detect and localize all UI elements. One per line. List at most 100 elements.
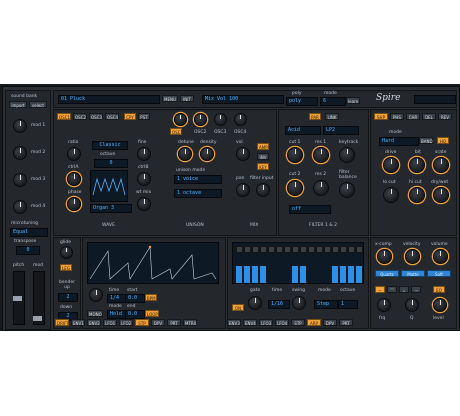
- tab-dpv[interactable]: DPV: [151, 319, 165, 326]
- tab-drift[interactable]: DRIFT: [55, 319, 69, 326]
- key-button[interactable]: KEY: [257, 163, 269, 170]
- tab-osc4[interactable]: OSC4: [105, 113, 119, 120]
- arp-step-cell[interactable]: [340, 246, 347, 253]
- patch-name-display[interactable]: 01 Pluck: [58, 95, 160, 104]
- arp-on-button[interactable]: ON: [232, 304, 244, 311]
- tab-fx-phs[interactable]: PHS: [390, 113, 404, 120]
- arp-step-cell[interactable]: [276, 246, 283, 253]
- density-knob[interactable]: [200, 147, 214, 161]
- poly-display[interactable]: poly: [286, 97, 318, 106]
- lo-cut-knob[interactable]: [383, 187, 399, 203]
- tab-fx-shp[interactable]: SHP: [374, 113, 388, 120]
- tab-env3[interactable]: ENV3: [227, 319, 241, 326]
- bank-display[interactable]: Mix Vol 100: [202, 95, 284, 104]
- volume-knob[interactable]: [433, 249, 448, 264]
- tab-fx-del[interactable]: DEL: [422, 113, 436, 120]
- arp-step-bar[interactable]: [340, 266, 346, 283]
- menu-button[interactable]: MENU: [162, 95, 178, 102]
- arp-step-cell[interactable]: [356, 246, 363, 253]
- tab-env1[interactable]: ENV1: [71, 319, 85, 326]
- mod3-knob[interactable]: [13, 173, 27, 187]
- drive-knob[interactable]: [383, 157, 399, 173]
- arp-step-cell[interactable]: [236, 246, 243, 253]
- tab-dpv[interactable]: DPV: [323, 319, 337, 326]
- ctrl-a-knob[interactable]: [67, 172, 81, 186]
- osc-copy-button[interactable]: CPY: [124, 113, 136, 120]
- filter2-type-display[interactable]: LP2: [323, 126, 359, 135]
- arp-step-bar[interactable]: [236, 266, 242, 283]
- wt-mix-knob[interactable]: [137, 197, 151, 211]
- arp-step-cell[interactable]: [348, 246, 355, 253]
- osc4-vol-knob[interactable]: [234, 113, 247, 126]
- arp-step-cell[interactable]: [292, 246, 299, 253]
- eq-level-knob[interactable]: [433, 298, 447, 312]
- band-button[interactable]: BAND: [419, 137, 433, 144]
- eq-quartz-button[interactable]: Quartz: [375, 270, 399, 277]
- env-start-display[interactable]: 0.0: [125, 294, 145, 303]
- import-button[interactable]: import: [9, 101, 27, 108]
- amp-button[interactable]: AMP: [257, 143, 269, 150]
- tab-osc3[interactable]: OSC3: [89, 113, 103, 120]
- srate-knob[interactable]: [433, 157, 449, 173]
- arp-step-cell[interactable]: [332, 246, 339, 253]
- env-end-display[interactable]: 0.0: [125, 310, 145, 319]
- osc-select-display[interactable]: Organ 3: [90, 204, 132, 213]
- tab-fx-chr[interactable]: CHR: [406, 113, 420, 120]
- eq-high-shelf-button[interactable]: ¬: [411, 286, 421, 293]
- osc3-vol-knob[interactable]: [214, 113, 227, 126]
- osc1-vol-knob[interactable]: [174, 113, 187, 126]
- tab-lfo1[interactable]: LFO1: [103, 319, 117, 326]
- eq-peak-button[interactable]: ⌒: [387, 286, 397, 293]
- cut2-knob[interactable]: [287, 180, 303, 196]
- env-knob[interactable]: [89, 288, 103, 302]
- legato-button[interactable]: LEG: [60, 264, 72, 271]
- octave-display[interactable]: 0: [94, 159, 128, 168]
- x-comp-knob[interactable]: [377, 249, 392, 264]
- unison-mode-display[interactable]: 1 voice: [174, 175, 222, 184]
- arp-step-bar[interactable]: [356, 266, 362, 283]
- hq-button[interactable]: HQ: [437, 137, 449, 144]
- osc-vol-knob[interactable]: [236, 147, 250, 161]
- env-mode-display[interactable]: Hold: [107, 310, 127, 319]
- ratio-knob[interactable]: [67, 147, 81, 161]
- learn-button[interactable]: learn: [346, 97, 360, 104]
- osc2-vol-knob[interactable]: [194, 113, 207, 126]
- arp-step-cell[interactable]: [268, 246, 275, 253]
- mod1-knob[interactable]: [13, 119, 27, 133]
- fx-mode-display[interactable]: Hard: [379, 137, 419, 146]
- detune-knob[interactable]: [178, 147, 192, 161]
- arp-step-bar[interactable]: [252, 266, 258, 283]
- arp-step-cell[interactable]: [252, 246, 259, 253]
- arp-step-bar[interactable]: [300, 266, 306, 283]
- velocity-knob[interactable]: [405, 249, 420, 264]
- bit-knob[interactable]: [409, 157, 425, 173]
- filter-routing-display[interactable]: off: [289, 205, 331, 214]
- filter-balance-knob[interactable]: [339, 182, 355, 198]
- tab-prt[interactable]: PRT: [167, 319, 181, 326]
- arp-step-bar[interactable]: [292, 266, 298, 283]
- arp-step-cell[interactable]: [324, 246, 331, 253]
- arp-step-cell[interactable]: [260, 246, 267, 253]
- tab-stp[interactable]: STP: [291, 319, 305, 326]
- tab-lfo4[interactable]: LFO4: [275, 319, 289, 326]
- arp-step-display[interactable]: [232, 242, 364, 284]
- osc-paste-button[interactable]: PST: [138, 113, 150, 120]
- tab-lfo2[interactable]: LFO2: [119, 319, 133, 326]
- res2-knob[interactable]: [313, 180, 329, 196]
- res1-knob[interactable]: [313, 147, 329, 163]
- arp-step-bar[interactable]: [332, 266, 338, 283]
- arp-gate-knob[interactable]: [248, 296, 262, 310]
- eq-button[interactable]: EQ: [433, 286, 445, 293]
- step-graph[interactable]: [87, 242, 219, 284]
- arp-swing-knob[interactable]: [292, 296, 306, 310]
- eq-frq-knob[interactable]: [377, 298, 391, 312]
- tab-env2[interactable]: ENV2: [87, 319, 101, 326]
- unison-voices-display[interactable]: 1 octave: [174, 189, 222, 198]
- mode-display[interactable]: 6: [320, 97, 346, 106]
- tab-stp[interactable]: STP: [135, 319, 149, 326]
- filter-link-button[interactable]: LINK: [325, 113, 339, 120]
- dry-wet-knob[interactable]: [433, 187, 449, 203]
- arp-step-bar[interactable]: [260, 266, 266, 283]
- arp-step-bar[interactable]: [348, 266, 354, 283]
- eq-soft-button[interactable]: Soft: [427, 270, 451, 277]
